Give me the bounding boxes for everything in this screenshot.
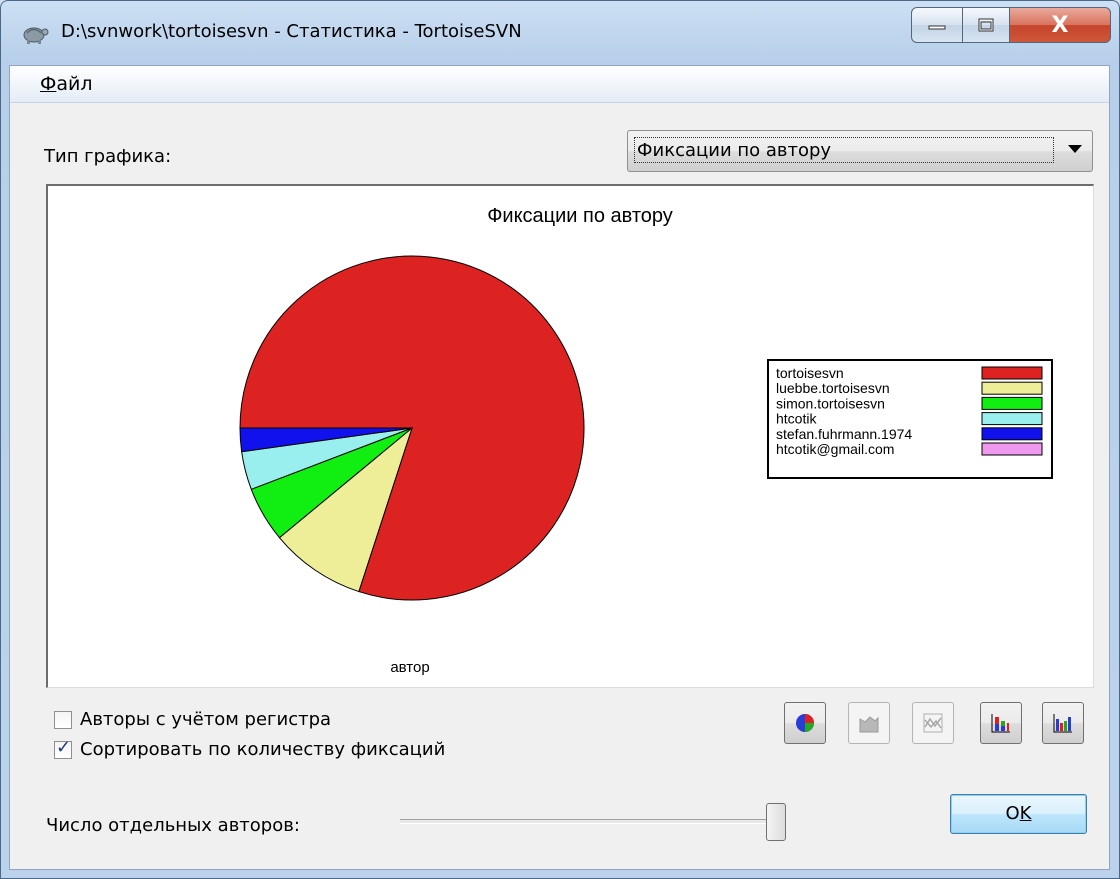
legend-swatch-5 (981, 442, 1043, 456)
chart-title: Фиксации по автору (487, 205, 673, 227)
authors-count-label: Число отдельных авторов: (46, 815, 300, 836)
legend-label-3: htcotik (776, 411, 817, 427)
ok-accesskey: K (1019, 803, 1032, 824)
stacked-bar-chart-icon (991, 714, 1010, 733)
bar-chart-button[interactable] (1042, 702, 1084, 744)
case-sensitive-authors-checkbox[interactable]: Авторы с учётом регистра (54, 709, 331, 730)
legend-label-1: luebbe.tortoisesvn (776, 380, 890, 396)
chart-type-select[interactable]: Фиксации по автору (627, 130, 1093, 172)
sort-by-commits-label: Сортировать по количеству фиксаций (80, 739, 446, 760)
statistics-window: D:\svnwork\tortoisesvn - Статистика - To… (0, 0, 1120, 879)
legend-swatch-4 (981, 427, 1043, 441)
area-chart-button[interactable] (848, 702, 890, 744)
close-icon: X (1051, 12, 1069, 38)
legend-swatch-3 (981, 412, 1043, 426)
title-bar[interactable]: D:\svnwork\tortoisesvn - Статистика - To… (1, 1, 1119, 61)
pie-chart-button[interactable] (784, 702, 826, 744)
menu-file-accesskey: Ф (40, 73, 57, 95)
chart-x-label: автор (390, 659, 429, 676)
menu-file[interactable]: Файл (40, 73, 93, 95)
sort-by-commits-checkbox[interactable]: ✓ Сортировать по количеству фиксаций (54, 737, 446, 760)
maximize-icon (978, 18, 994, 32)
legend-label-5: htcotik@gmail.com (776, 441, 894, 457)
checkmark-icon: ✓ (56, 736, 72, 758)
case-sensitive-authors-label: Авторы с учётом регистра (80, 709, 332, 730)
maximize-button[interactable] (962, 7, 1010, 43)
chart-type-value: Фиксации по автору (634, 137, 1054, 163)
minimize-button[interactable] (911, 7, 963, 43)
chart-area: Фиксации по автору автор tortoisesvn lueb… (46, 184, 1094, 688)
legend-label-4: stefan.fuhrmann.1974 (776, 426, 912, 442)
bar-chart-icon (1053, 714, 1072, 733)
chart-type-label: Тип графика: (44, 146, 172, 167)
legend-swatch-0 (981, 366, 1043, 380)
stacked-bar-chart-button[interactable] (980, 702, 1022, 744)
checkbox-box: ✓ (54, 737, 72, 759)
line-chart-button[interactable] (912, 702, 954, 744)
chart-legend: tortoisesvnluebbe.tortoisesvnsimon.torto… (767, 359, 1053, 479)
pie-chart-icon (796, 714, 814, 732)
chevron-down-icon (1068, 145, 1082, 153)
legend-swatch-2 (981, 396, 1043, 410)
tortoise-app-icon (23, 27, 49, 44)
legend-label-2: simon.tortoisesvn (776, 395, 885, 411)
ok-button[interactable]: OK (950, 794, 1087, 834)
minimize-icon (928, 25, 946, 30)
pie-slices (239, 255, 585, 601)
close-button[interactable]: X (1009, 7, 1111, 43)
dialog-client-area: Файл Тип графика: Фиксации по автору Фик… (9, 65, 1110, 870)
pie-chart: Фиксации по автору автор tortoisesvnlueb… (239, 205, 1053, 676)
legend-label-0: tortoisesvn (776, 365, 844, 381)
slider-thumb[interactable] (766, 803, 786, 841)
legend-swatch-1 (981, 381, 1043, 395)
ok-label: O (1005, 803, 1020, 824)
area-chart-icon (859, 716, 879, 733)
checkbox-box (54, 710, 72, 729)
authors-count-slider[interactable] (400, 819, 778, 824)
line-chart-icon (923, 713, 943, 733)
menu-file-label: айл (56, 73, 93, 95)
window-title: D:\svnwork\tortoisesvn - Статистика - To… (61, 21, 522, 42)
menu-bar: Файл (10, 66, 1109, 103)
